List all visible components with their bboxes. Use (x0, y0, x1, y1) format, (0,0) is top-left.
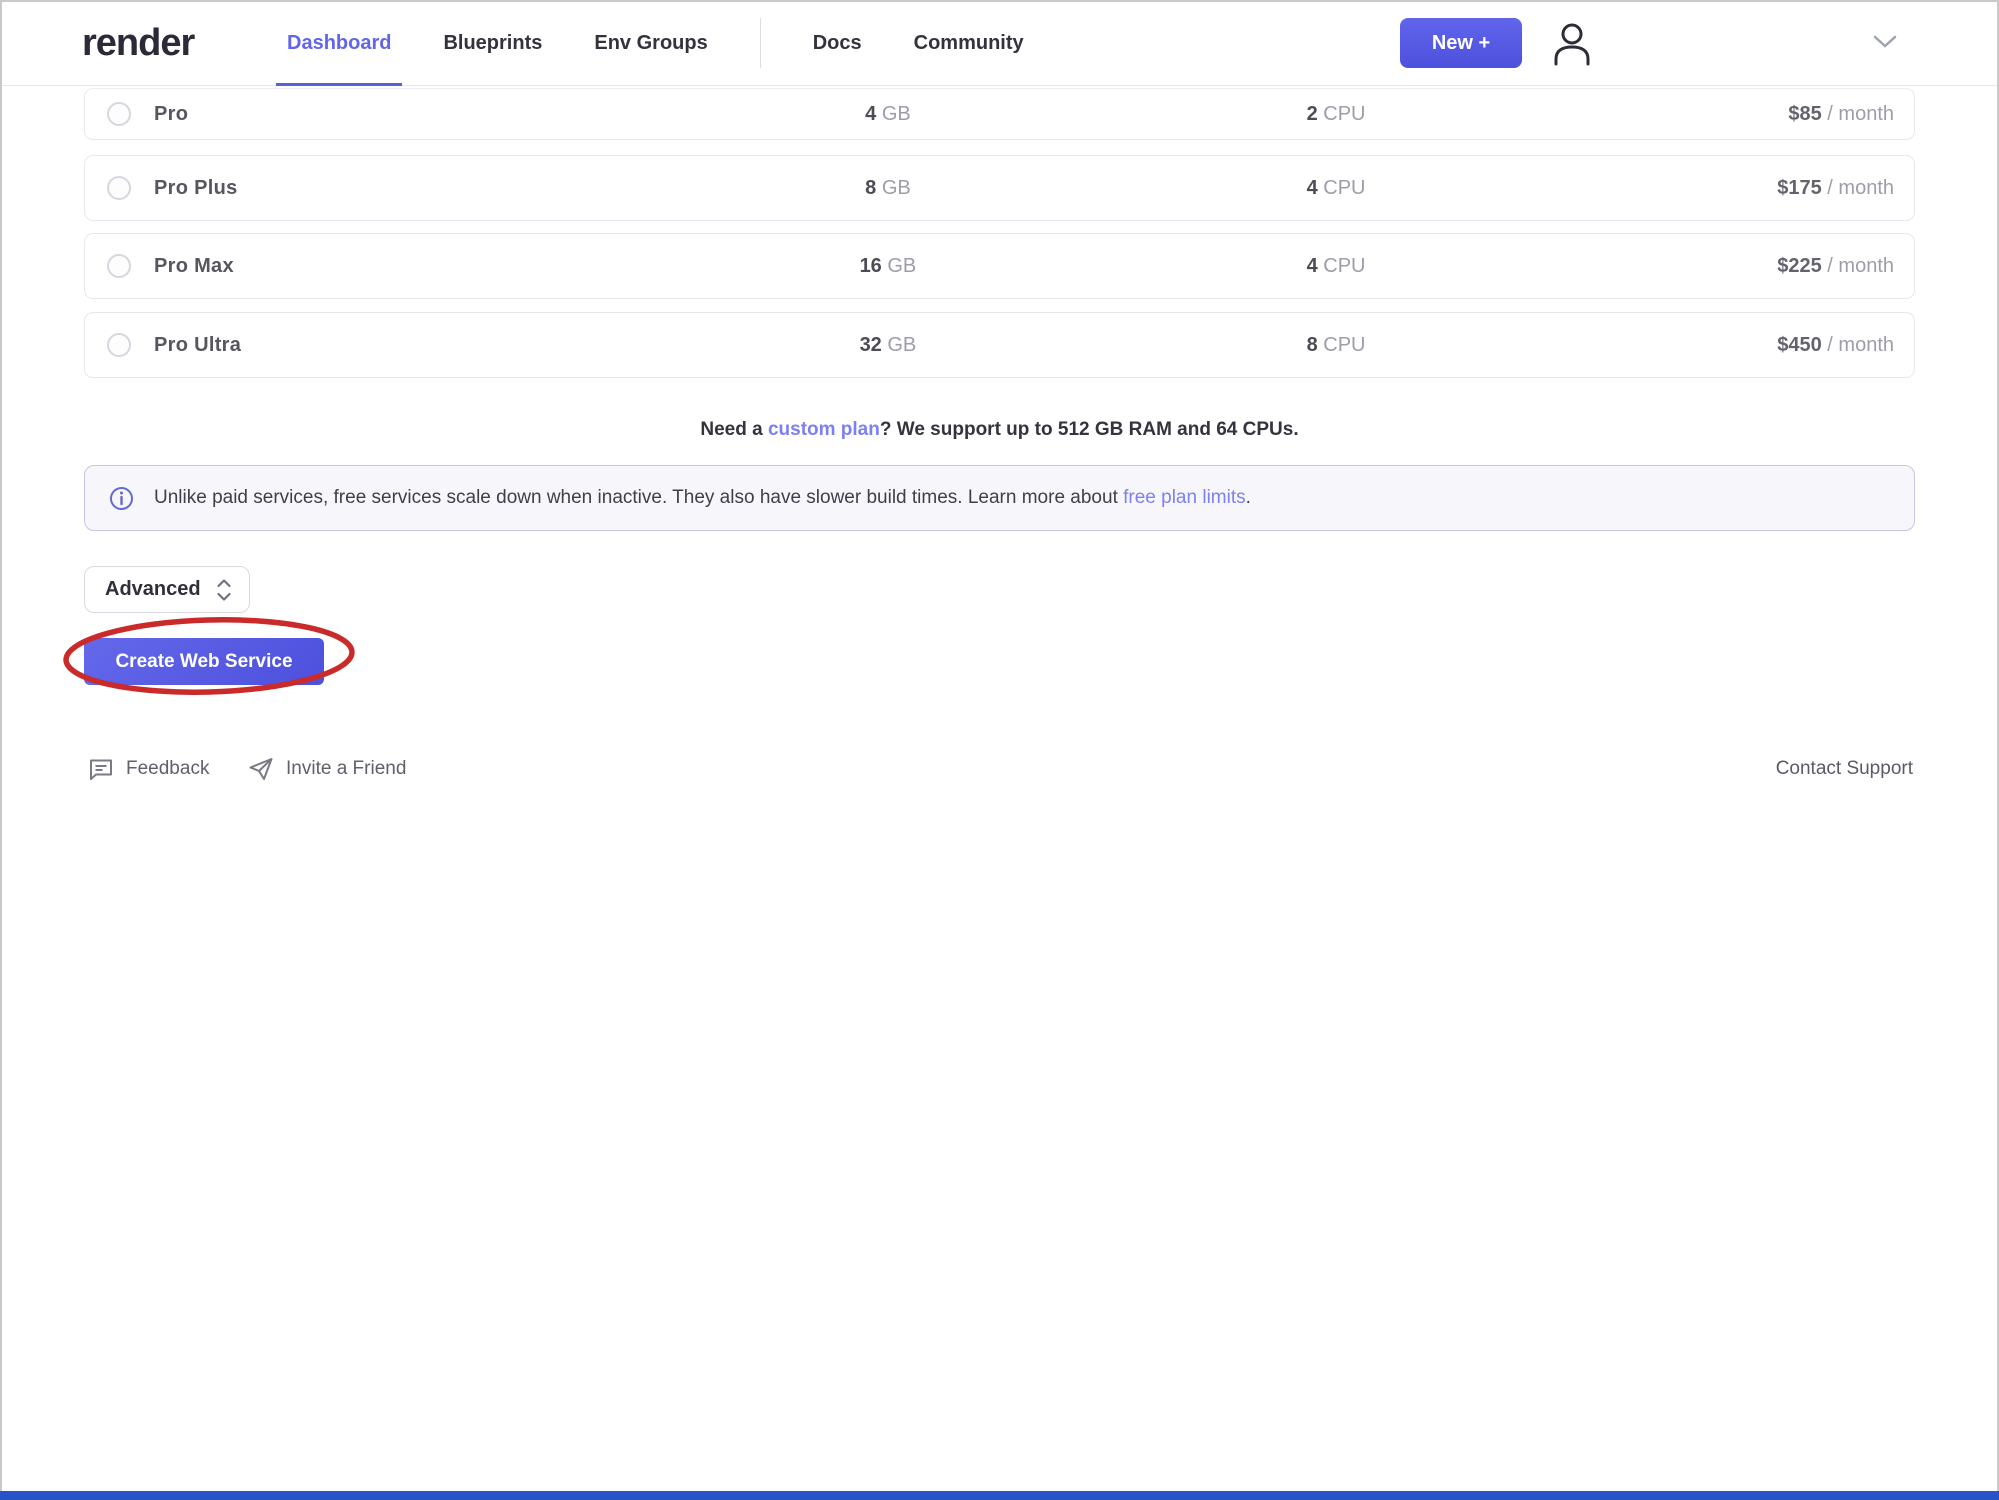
notice-text: Unlike paid services, free services scal… (154, 487, 1251, 509)
nav-item-community[interactable]: Community (914, 0, 1024, 86)
plan-name: Pro Ultra (154, 334, 241, 357)
feedback-label: Feedback (126, 758, 209, 780)
up-down-chevrons-icon (215, 577, 233, 603)
create-web-service-button[interactable]: Create Web Service (84, 638, 324, 685)
plan-row-pro-max[interactable]: Pro Max 16 GB 4 CPU $225 / month (84, 233, 1915, 299)
plan-cpu: 8 CPU (1307, 334, 1366, 357)
plan-row-pro-ultra[interactable]: Pro Ultra 32 GB 8 CPU $450 / month (84, 312, 1915, 378)
radio-button[interactable] (107, 333, 131, 357)
custom-plan-prefix: Need a (700, 419, 768, 440)
nav-item-dashboard[interactable]: Dashboard (287, 0, 391, 86)
plan-row-pro-plus[interactable]: Pro Plus 8 GB 4 CPU $175 / month (84, 155, 1915, 221)
custom-plan-line: Need a custom plan? We support up to 512… (84, 419, 1915, 441)
plan-cpu: 4 CPU (1307, 255, 1366, 278)
person-icon (1548, 20, 1600, 68)
nav-item-docs[interactable]: Docs (813, 0, 862, 86)
custom-plan-link[interactable]: custom plan (768, 419, 880, 440)
plan-row-pro[interactable]: Pro 4 GB 2 CPU $85 / month (84, 88, 1915, 140)
plan-price: $450 / month (1777, 334, 1894, 357)
nav-item-env-groups[interactable]: Env Groups (594, 0, 707, 86)
plan-price: $175 / month (1777, 177, 1894, 200)
account-button[interactable] (1548, 18, 1600, 70)
top-nav-bar: render Dashboard Blueprints Env Groups D… (0, 0, 1999, 86)
notice-suffix: . (1246, 487, 1251, 508)
new-button[interactable]: New + (1400, 18, 1522, 68)
nav-divider (760, 18, 761, 68)
main-nav: Dashboard Blueprints Env Groups Docs Com… (287, 0, 1024, 86)
plan-price: $85 / month (1788, 103, 1894, 126)
contact-support-label: Contact Support (1776, 758, 1913, 780)
plan-ram: 8 GB (865, 177, 911, 200)
plan-ram: 16 GB (860, 255, 917, 278)
free-plan-notice: Unlike paid services, free services scal… (84, 465, 1915, 531)
contact-support-link[interactable]: Contact Support (1776, 755, 1913, 783)
plan-name: Pro (154, 103, 188, 126)
invite-friend-label: Invite a Friend (286, 758, 406, 780)
radio-button[interactable] (107, 176, 131, 200)
render-logo[interactable]: render (82, 22, 194, 65)
feedback-link[interactable]: Feedback (88, 755, 209, 783)
plan-price: $225 / month (1777, 255, 1894, 278)
render-dashboard-page: render Dashboard Blueprints Env Groups D… (0, 0, 1999, 1500)
bottom-edge-bar (0, 1491, 1999, 1500)
notice-prefix: Unlike paid services, free services scal… (154, 487, 1123, 508)
custom-plan-suffix: ? We support up to 512 GB RAM and 64 CPU… (880, 419, 1299, 440)
plan-cpu: 4 CPU (1307, 177, 1366, 200)
plan-ram: 32 GB (860, 334, 917, 357)
invite-friend-link[interactable]: Invite a Friend (248, 755, 406, 783)
plan-rows: Pro 4 GB 2 CPU $85 / month Pro Plus 8 GB… (84, 88, 1915, 378)
advanced-toggle[interactable]: Advanced (84, 566, 250, 613)
info-icon (109, 486, 134, 511)
nav-item-blueprints[interactable]: Blueprints (443, 0, 542, 86)
plan-cpu: 2 CPU (1307, 103, 1366, 126)
advanced-label: Advanced (105, 578, 201, 601)
free-plan-limits-link[interactable]: free plan limits (1123, 487, 1246, 508)
plan-ram: 4 GB (865, 103, 911, 126)
paper-plane-icon (248, 756, 274, 782)
plan-name: Pro Max (154, 255, 234, 278)
chevron-down-icon[interactable] (1872, 34, 1898, 50)
radio-button[interactable] (107, 102, 131, 126)
plan-name: Pro Plus (154, 177, 238, 200)
feedback-bubble-icon (88, 756, 114, 782)
radio-button[interactable] (107, 254, 131, 278)
